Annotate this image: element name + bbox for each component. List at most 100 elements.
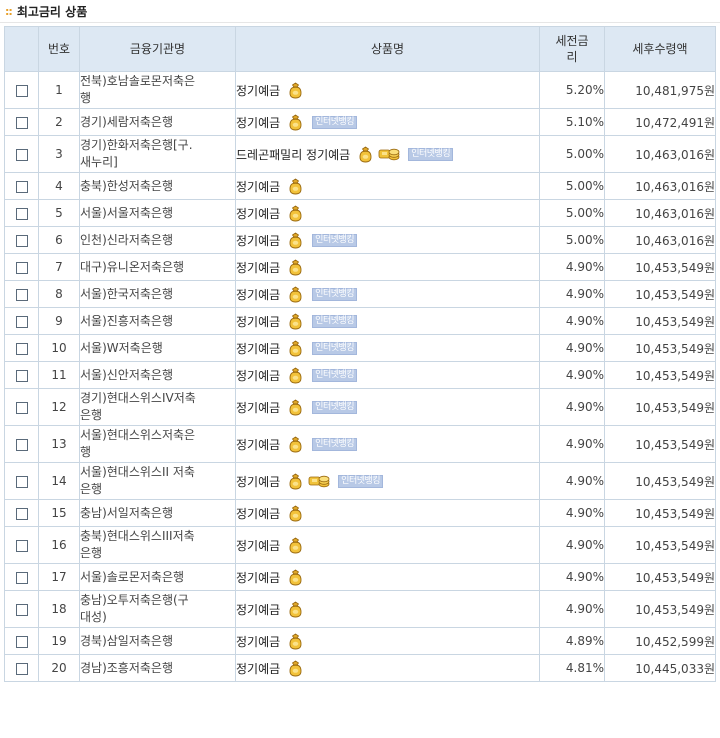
row-select-cell [4, 627, 39, 655]
product-cell: 정기예금 [235, 526, 540, 564]
product-name[interactable]: 정기예금 [236, 571, 280, 585]
row-checkbox[interactable] [15, 84, 28, 97]
product-name[interactable]: 정기예금 [236, 662, 280, 676]
institution-name[interactable]: 전북)호남솔로몬저축은 행 [79, 71, 236, 109]
institution-name[interactable]: 충북)현대스위스III저축 은행 [79, 526, 236, 564]
internet-banking-badge: 인터넷뱅킹 [312, 314, 358, 328]
row-checkbox[interactable] [15, 261, 28, 274]
product-name[interactable]: 정기예금 [236, 438, 280, 452]
after-tax-amount: 10,453,549원 [604, 526, 716, 564]
row-select-cell [4, 590, 39, 628]
row-checkbox[interactable] [15, 401, 28, 414]
product-name[interactable]: 정기예금 [236, 603, 280, 617]
institution-name[interactable]: 서울)솔로몬저축은행 [79, 563, 236, 591]
product-name[interactable]: 정기예금 [236, 84, 280, 98]
after-tax-amount: 10,445,033원 [604, 654, 716, 682]
after-tax-amount: 10,481,975원 [604, 71, 716, 109]
row-number: 13 [38, 425, 80, 463]
row-checkbox[interactable] [15, 180, 28, 193]
product-name[interactable]: 정기예금 [236, 401, 280, 415]
product-name[interactable]: 정기예금 [236, 180, 280, 194]
row-checkbox[interactable] [15, 571, 28, 584]
table-row: 9 서울)진흥저축은행 정기예금 인터넷뱅킹 4.90% 10,453,549원 [4, 307, 716, 335]
product-name[interactable]: 드레곤패밀리 정기예금 [236, 148, 350, 162]
money-bag-icon [287, 601, 304, 618]
header-product: 상품명 [235, 26, 540, 72]
institution-name[interactable]: 충남)서일저축은행 [79, 499, 236, 527]
pre-tax-rate: 4.90% [539, 388, 605, 426]
row-checkbox[interactable] [15, 116, 28, 129]
row-number: 12 [38, 388, 80, 426]
row-checkbox[interactable] [15, 315, 28, 328]
institution-name[interactable]: 서울)현대스위스저축은 행 [79, 425, 236, 463]
institution-name[interactable]: 서울)W저축은행 [79, 334, 236, 362]
product-cell: 정기예금 [235, 253, 540, 281]
institution-name[interactable]: 경남)조흥저축은행 [79, 654, 236, 682]
product-cell: 정기예금 인터넷뱅킹 [235, 462, 540, 500]
institution-name[interactable]: 충남)오투저축은행(구 대성) [79, 590, 236, 628]
row-checkbox[interactable] [15, 207, 28, 220]
institution-name[interactable]: 충북)한성저축은행 [79, 172, 236, 200]
product-name[interactable]: 정기예금 [236, 635, 280, 649]
institution-name[interactable]: 서울)신안저축은행 [79, 361, 236, 389]
row-checkbox[interactable] [15, 288, 28, 301]
institution-name-line: 서울)서울저축은행 [80, 205, 174, 220]
product-name[interactable]: 정기예금 [236, 369, 280, 383]
row-select-cell [4, 654, 39, 682]
institution-name[interactable]: 서울)현대스위스II 저축 은행 [79, 462, 236, 500]
row-select-cell [4, 226, 39, 254]
internet-banking-badge: 인터넷뱅킹 [408, 147, 454, 161]
institution-name[interactable]: 경기)세람저축은행 [79, 108, 236, 136]
product-name[interactable]: 정기예금 [236, 315, 280, 329]
header-amount: 세후수령액 [604, 26, 716, 72]
product-cell: 정기예금 [235, 71, 540, 109]
product-name[interactable]: 정기예금 [236, 475, 280, 489]
after-tax-amount: 10,453,549원 [604, 462, 716, 500]
institution-name[interactable]: 서울)서울저축은행 [79, 199, 236, 227]
institution-name-line: 경기)한화저축은행[구. [80, 138, 193, 152]
institution-name[interactable]: 대구)유니온저축은행 [79, 253, 236, 281]
row-checkbox[interactable] [15, 539, 28, 552]
product-name[interactable]: 정기예금 [236, 207, 280, 221]
institution-name[interactable]: 서울)한국저축은행 [79, 280, 236, 308]
header-rate: 세전금 리 [539, 26, 605, 72]
row-number: 7 [38, 253, 80, 281]
row-number: 18 [38, 590, 80, 628]
section-title: 최고금리 상품 [16, 4, 88, 19]
table-row: 18 충남)오투저축은행(구 대성) 정기예금 4.90% 10,453,549원 [4, 590, 716, 628]
product-name[interactable]: 정기예금 [236, 507, 280, 521]
institution-name[interactable]: 경기)한화저축은행[구. 새누리] [79, 135, 236, 173]
row-checkbox[interactable] [15, 507, 28, 520]
row-number: 1 [38, 71, 80, 109]
institution-name[interactable]: 인천)신라저축은행 [79, 226, 236, 254]
row-checkbox[interactable] [15, 369, 28, 382]
header-rate-line2: 리 [566, 50, 578, 64]
table-row: 11 서울)신안저축은행 정기예금 인터넷뱅킹 4.90% 10,453,549원 [4, 361, 716, 389]
row-checkbox[interactable] [15, 475, 28, 488]
product-name[interactable]: 정기예금 [236, 539, 280, 553]
institution-name[interactable]: 서울)진흥저축은행 [79, 307, 236, 335]
table-row: 17 서울)솔로몬저축은행 정기예금 4.90% 10,453,549원 [4, 563, 716, 591]
row-checkbox[interactable] [15, 234, 28, 247]
row-checkbox[interactable] [15, 438, 28, 451]
pre-tax-rate: 4.90% [539, 334, 605, 362]
product-cell: 정기예금 인터넷뱅킹 [235, 334, 540, 362]
institution-name-line: 은행 [80, 546, 103, 560]
row-checkbox[interactable] [15, 603, 28, 616]
institution-name[interactable]: 경기)현대스위스IV저축 은행 [79, 388, 236, 426]
product-name[interactable]: 정기예금 [236, 261, 280, 275]
institution-name-line: 서울)현대스위스II 저축 [80, 465, 195, 479]
row-number: 20 [38, 654, 80, 682]
product-name[interactable]: 정기예금 [236, 288, 280, 302]
after-tax-amount: 10,453,549원 [604, 253, 716, 281]
product-name[interactable]: 정기예금 [236, 234, 280, 248]
institution-name[interactable]: 경북)삼일저축은행 [79, 627, 236, 655]
row-checkbox[interactable] [15, 342, 28, 355]
row-checkbox[interactable] [15, 662, 28, 675]
product-name[interactable]: 정기예금 [236, 342, 280, 356]
row-checkbox[interactable] [15, 635, 28, 648]
table-row: 15 충남)서일저축은행 정기예금 4.90% 10,453,549원 [4, 499, 716, 527]
row-checkbox[interactable] [15, 148, 28, 161]
money-bag-icon [287, 569, 304, 586]
product-name[interactable]: 정기예금 [236, 116, 280, 130]
